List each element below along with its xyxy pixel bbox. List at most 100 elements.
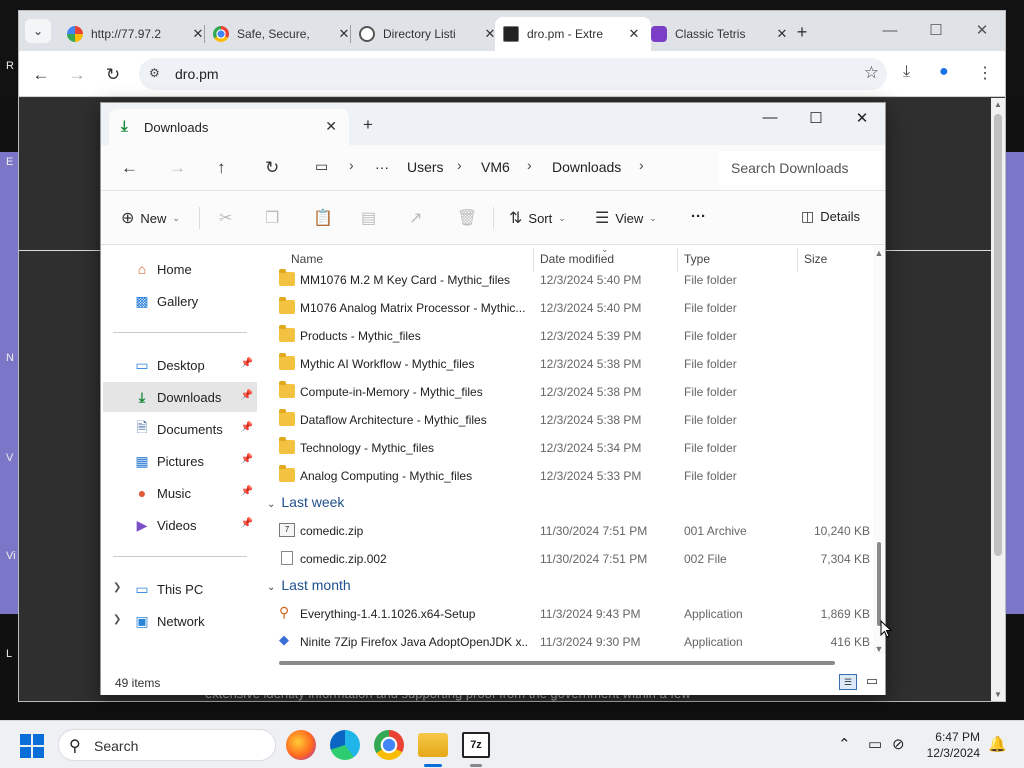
browser-tab[interactable]: Safe, Secure, ✕	[205, 17, 361, 51]
tiles-view-icon[interactable]: ▭	[863, 674, 881, 690]
sidebar-item-pictures[interactable]: ▦ Pictures 📌	[103, 446, 257, 476]
close-tab-icon[interactable]: ✕	[337, 26, 351, 42]
file-row[interactable]: Products - Mythic_files 12/3/2024 5:39 P…	[261, 322, 871, 350]
new-tab-button[interactable]: +	[363, 115, 373, 135]
forward-arrow-icon[interactable]: →	[65, 63, 89, 87]
group-header-last-month[interactable]: ⌄ Last month	[267, 577, 351, 593]
file-row[interactable]: Compute-in-Memory - Mythic_files 12/3/20…	[261, 378, 871, 406]
more-options-button[interactable]: ···	[691, 208, 706, 225]
scroll-up-arrow-icon[interactable]: ▲	[873, 248, 885, 258]
scroll-down-arrow-icon[interactable]: ▼	[873, 644, 885, 654]
taskbar-clock[interactable]: 6:47 PM 12/3/2024	[912, 729, 980, 761]
scrollbar-thumb[interactable]	[994, 114, 1002, 556]
expand-chevron-icon[interactable]: ❯	[113, 582, 121, 593]
scroll-down-arrow-icon[interactable]: ▼	[991, 690, 1005, 699]
edge-icon[interactable]	[330, 730, 360, 760]
view-button[interactable]: ☰ View ⌄	[595, 208, 657, 228]
bookmark-star-icon[interactable]: ☆	[864, 63, 879, 83]
details-view-icon[interactable]: ☰	[839, 674, 857, 690]
column-header-name[interactable]: Name	[291, 252, 323, 266]
maximize-icon[interactable]: ☐	[913, 11, 959, 51]
explorer-tab[interactable]: ⤓ Downloads ✕	[109, 109, 349, 145]
sort-button[interactable]: ⇅ Sort ⌄	[509, 208, 566, 228]
pin-icon[interactable]: 📌	[241, 518, 253, 529]
pin-icon[interactable]: 📌	[241, 486, 253, 497]
windows-start-icon[interactable]	[20, 734, 44, 758]
sidebar-item-network[interactable]: ❯ ▣ Network	[103, 606, 257, 636]
minimize-icon[interactable]: —	[867, 11, 913, 51]
address-bar[interactable]: ⚙ dro.pm ☆	[139, 58, 887, 90]
file-row[interactable]: ◆ Ninite 7Zip Firefox Java AdoptOpenJDK …	[261, 628, 871, 656]
chevron-right-icon[interactable]: ›	[457, 157, 462, 173]
up-arrow-icon[interactable]: ↑	[217, 158, 226, 178]
group-header-last-week[interactable]: ⌄ Last week	[267, 494, 344, 510]
close-icon[interactable]: ✕	[847, 109, 877, 127]
close-tab-icon[interactable]: ✕	[325, 118, 337, 135]
pin-icon[interactable]: 📌	[241, 454, 253, 465]
notification-bell-icon[interactable]: 🔔	[988, 735, 1007, 753]
scroll-up-arrow-icon[interactable]: ▲	[991, 100, 1005, 109]
7zip-icon[interactable]: 7z	[462, 732, 490, 758]
back-arrow-icon[interactable]: ←	[29, 63, 53, 87]
file-row[interactable]: Technology - Mythic_files 12/3/2024 5:34…	[261, 434, 871, 462]
file-list-scrollbar[interactable]: ▲ ▼	[873, 246, 885, 654]
scrollbar-thumb[interactable]	[877, 542, 881, 626]
maximize-icon[interactable]: ☐	[801, 109, 831, 127]
sidebar-item-desktop[interactable]: ▭ Desktop 📌	[103, 350, 257, 380]
cut-button[interactable]: ✂	[219, 208, 232, 228]
chevron-right-icon[interactable]: ›	[349, 157, 354, 173]
new-tab-button[interactable]: +	[791, 21, 813, 43]
new-button[interactable]: ⊕ New ⌄	[121, 208, 180, 228]
close-icon[interactable]: ✕	[959, 11, 1005, 51]
share-button[interactable]: ↗	[409, 208, 422, 228]
refresh-icon[interactable]: ↻	[265, 158, 279, 178]
sidebar-item-home[interactable]: ⌂ Home	[103, 254, 257, 284]
close-tab-icon[interactable]: ✕	[627, 26, 641, 42]
url-text[interactable]: dro.pm	[175, 66, 219, 82]
column-header-size[interactable]: Size	[804, 252, 827, 266]
downloads-icon[interactable]: ⤓	[903, 63, 910, 81]
close-tab-icon[interactable]: ✕	[191, 26, 205, 42]
browser-tab[interactable]: http://77.97.2 ✕	[59, 17, 215, 51]
file-row[interactable]: Analog Computing - Mythic_files 12/3/202…	[261, 462, 871, 490]
profile-avatar-icon[interactable]: ●	[939, 63, 949, 81]
pin-icon[interactable]: 📌	[241, 358, 253, 369]
search-input[interactable]: Search Downloads	[719, 151, 883, 185]
chevron-right-icon[interactable]: ›	[527, 157, 532, 173]
horizontal-scrollbar[interactable]	[279, 661, 835, 665]
file-row[interactable]: Mythic AI Workflow - Mythic_files 12/3/2…	[261, 350, 871, 378]
breadcrumb-downloads[interactable]: Downloads	[552, 159, 621, 175]
file-row[interactable]: MM1076 M.2 M Key Card - Mythic_files 12/…	[261, 266, 871, 294]
tab-search-button[interactable]: ⌄	[25, 19, 51, 43]
pin-icon[interactable]: 📌	[241, 422, 253, 433]
copy-button[interactable]: ❐	[265, 208, 279, 228]
sidebar-item-downloads[interactable]: ⤓ Downloads 📌	[103, 382, 257, 412]
breadcrumb-users[interactable]: Users	[407, 159, 444, 175]
volume-muted-icon[interactable]: ⊘	[892, 735, 905, 753]
minimize-icon[interactable]: —	[755, 109, 785, 126]
monitor-icon[interactable]: ▭	[315, 158, 328, 175]
sidebar-item-documents[interactable]: 🗎 Documents 📌	[103, 414, 257, 444]
file-row[interactable]: comedic.zip.002 11/30/2024 7:51 PM 002 F…	[261, 545, 871, 573]
delete-button[interactable]: 🗑	[457, 208, 477, 228]
firefox-icon[interactable]	[286, 730, 316, 760]
close-tab-icon[interactable]: ✕	[775, 26, 789, 42]
breadcrumb-overflow[interactable]: ···	[375, 159, 389, 175]
pin-icon[interactable]: 📌	[241, 390, 253, 401]
sidebar-item-this-pc[interactable]: ❯ ▭ This PC	[103, 574, 257, 604]
browser-tab-active[interactable]: dro.pm - Extre ✕	[495, 17, 651, 51]
site-info-icon[interactable]: ⚙	[149, 66, 160, 80]
reload-icon[interactable]: ↻	[101, 63, 125, 87]
file-explorer-icon[interactable]	[418, 733, 448, 757]
chrome-icon[interactable]	[374, 730, 404, 760]
column-header-date[interactable]: Date modified	[540, 252, 614, 266]
expand-chevron-icon[interactable]: ❯	[113, 614, 121, 625]
sidebar-item-gallery[interactable]: ▩ Gallery	[103, 286, 257, 316]
column-header-type[interactable]: Type	[684, 252, 710, 266]
sidebar-item-music[interactable]: ● Music 📌	[103, 478, 257, 508]
paste-button[interactable]: 📋	[313, 208, 333, 228]
browser-tab[interactable]: Directory Listi ✕	[351, 17, 507, 51]
file-row[interactable]: M1076 Analog Matrix Processor - Mythic..…	[261, 294, 871, 322]
details-pane-button[interactable]: ◫ Details	[801, 208, 860, 225]
forward-arrow-icon[interactable]: →	[169, 158, 186, 178]
